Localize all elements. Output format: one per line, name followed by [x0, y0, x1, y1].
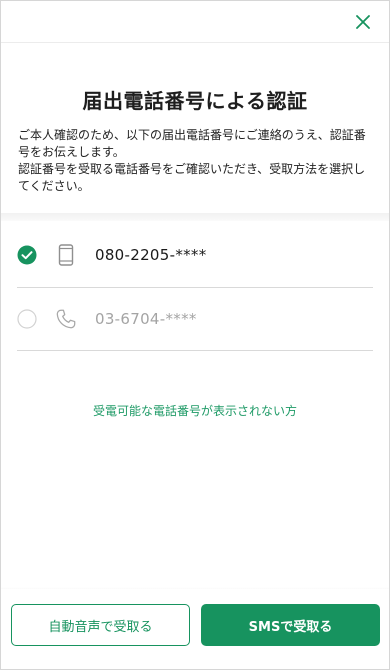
- help-link[interactable]: 受電可能な電話番号が表示されない方: [1, 402, 389, 419]
- header-divider: [1, 42, 389, 43]
- voice-receive-button[interactable]: 自動音声で受取る: [11, 604, 190, 646]
- option-divider: [17, 350, 373, 351]
- mobile-phone-icon: [54, 243, 78, 267]
- footer: 自動音声で受取る SMSで受取る: [1, 589, 389, 669]
- radio-empty-icon: [17, 309, 37, 329]
- page-title: 届出電話番号による認証: [82, 89, 308, 113]
- description-line-2: 認証番号を受取る電話番号をご確認いただき、受取方法を選択してください。: [18, 162, 366, 193]
- section-separator: [1, 213, 389, 221]
- sms-receive-button[interactable]: SMSで受取る: [201, 604, 380, 646]
- auth-dialog: 届出電話番号による認証 ご本人確認のため、以下の届出電話番号にご連絡のうえ、認証…: [0, 0, 390, 670]
- close-icon: [356, 15, 370, 29]
- landline-phone-icon: [54, 307, 78, 331]
- phone-number: 03-6704-****: [95, 310, 197, 328]
- description-line-1: ご本人確認のため、以下の届出電話番号にご連絡のうえ、認証番号をお伝えします。: [18, 128, 366, 159]
- phone-option-mobile[interactable]: 080-2205-****: [17, 223, 373, 287]
- radio-checked[interactable]: [17, 245, 37, 265]
- check-circle-icon: [17, 245, 37, 265]
- close-button[interactable]: [351, 10, 375, 34]
- radio-unchecked[interactable]: [17, 309, 37, 329]
- phone-option-landline[interactable]: 03-6704-****: [17, 287, 373, 351]
- description-text: ご本人確認のため、以下の届出電話番号にご連絡のうえ、認証番号をお伝えします。 認…: [18, 127, 375, 195]
- phone-number: 080-2205-****: [95, 246, 207, 264]
